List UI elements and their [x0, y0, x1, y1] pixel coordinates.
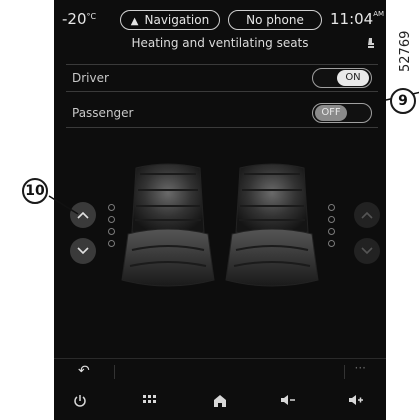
callout-9: 9 — [390, 88, 416, 114]
callout-10: 10 — [22, 178, 48, 204]
callout-leaders — [48, 91, 419, 215]
figure-code: 52769 — [398, 30, 413, 72]
